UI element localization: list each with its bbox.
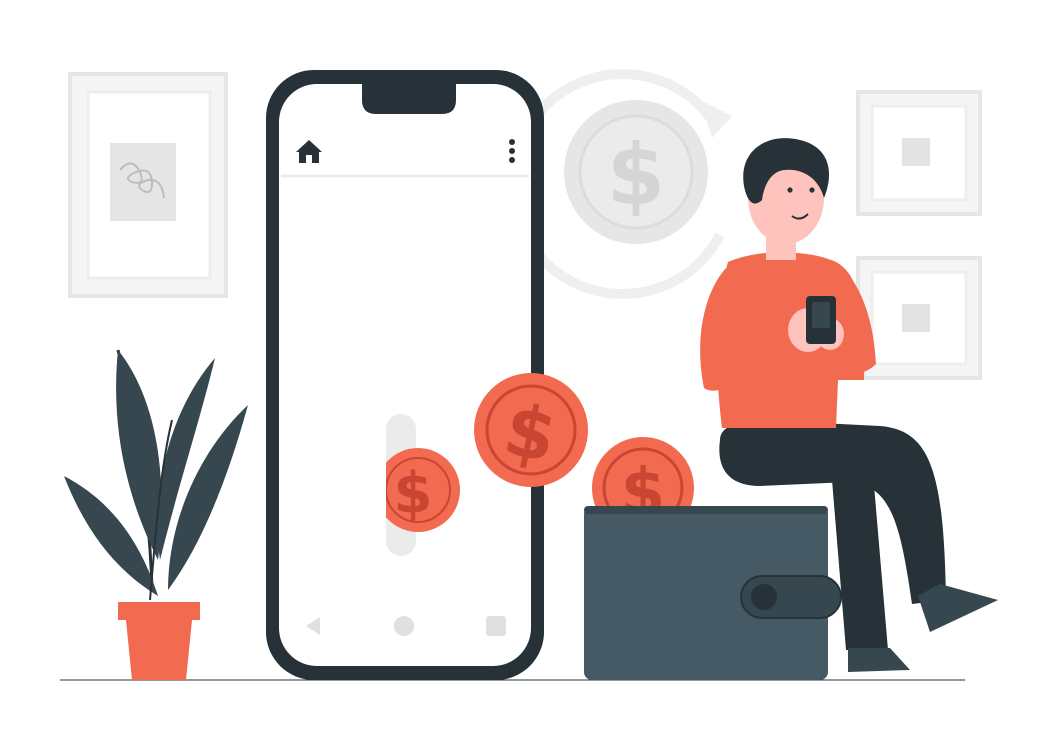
illustration-stage: $ $ $ $	[0, 0, 1050, 750]
picture-frame-right-bottom	[856, 256, 982, 380]
picture-frame-right-top	[856, 90, 982, 216]
slot-coin-dollar: $	[394, 461, 433, 526]
phone-notch	[362, 82, 456, 114]
wallet-button	[751, 584, 777, 610]
bg-coin-dollar: $	[607, 126, 665, 224]
more-vertical-icon[interactable]	[509, 139, 515, 163]
recent-square-icon[interactable]	[486, 616, 506, 636]
coin-in-slot: $	[386, 448, 460, 532]
picture-frame-left	[68, 72, 228, 298]
smartphone	[266, 70, 544, 680]
mobile-payment-illustration: $ $ $ $	[60, 69, 998, 681]
home-circle-icon[interactable]	[394, 616, 414, 636]
floating-coin: $	[474, 373, 588, 487]
potted-plant	[64, 349, 248, 680]
wallet	[584, 506, 842, 680]
refresh-coin-background: $	[507, 69, 732, 299]
